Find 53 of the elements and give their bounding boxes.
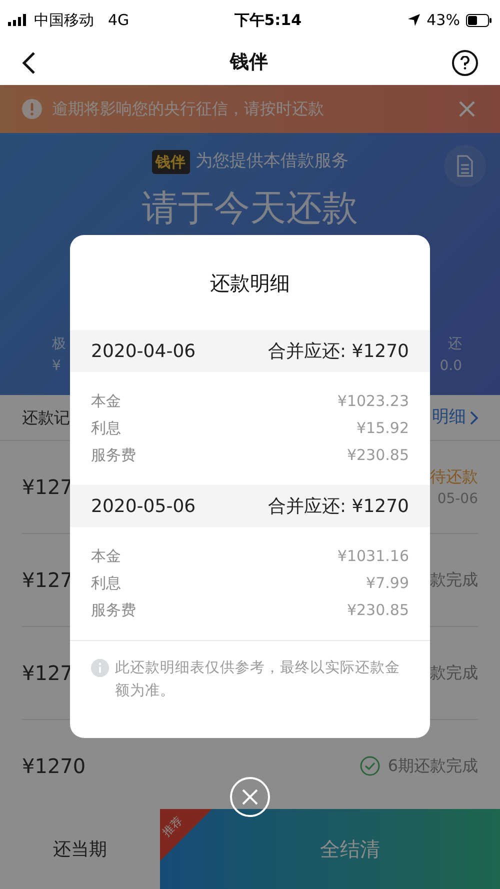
- item-label: 服务费: [91, 600, 136, 622]
- dialog-title: 还款明细: [210, 270, 290, 296]
- row-amount: ¥1270: [22, 753, 86, 780]
- battery-icon: [466, 14, 492, 26]
- row-date: 05-06: [437, 490, 478, 508]
- item-label: 利息: [91, 573, 121, 594]
- battery-label: 43%: [426, 10, 460, 31]
- details-link[interactable]: 明细: [432, 404, 478, 430]
- row-amount: ¥127: [22, 567, 73, 594]
- status-time: 下午5:14: [234, 10, 302, 31]
- help-button[interactable]: [452, 50, 478, 76]
- group-total: 合并应还: ¥1270: [268, 494, 409, 518]
- stat-value: ¥: [52, 357, 62, 376]
- row-status: 6期还款完成: [388, 755, 478, 777]
- signal-icon: [8, 14, 28, 26]
- alert-text: 逾期将影响您的央行征信，请按时还款: [52, 98, 325, 120]
- close-button[interactable]: [230, 777, 270, 817]
- group-total: 合并应还: ¥1270: [268, 340, 409, 364]
- info-icon: [91, 659, 109, 677]
- disclaimer-text: 此还款明细表仅供参考，最终以实际还款金额为准。: [115, 658, 401, 701]
- item-label: 利息: [91, 418, 121, 440]
- stat-label: 极: [52, 335, 66, 354]
- service-tagline: 为您提供本借款服务: [196, 150, 348, 173]
- group-date: 2020-05-06: [91, 494, 196, 518]
- row-status: 款完成: [430, 569, 478, 591]
- group-date: 2020-04-06: [91, 340, 196, 364]
- item-label: 服务费: [91, 445, 136, 466]
- warning-icon: [22, 99, 42, 119]
- row-status: 待还款: [430, 466, 478, 488]
- stat-label: 还: [448, 335, 462, 354]
- row-amount: ¥127: [22, 474, 73, 501]
- item-value: ¥7.99: [366, 573, 409, 594]
- location-icon: [406, 13, 421, 27]
- row-status: 款完成: [430, 662, 478, 684]
- hero-title: 请于今天还款: [142, 186, 358, 230]
- close-icon: [241, 788, 259, 806]
- network-label: 4G: [108, 10, 130, 31]
- nav-title: 钱伴: [230, 50, 268, 76]
- item-value: ¥230.85: [346, 445, 409, 466]
- brand-logo: 钱伴: [152, 150, 190, 174]
- question-mark-icon: [460, 56, 470, 70]
- row-amount: ¥127: [22, 660, 73, 687]
- item-value: ¥230.85: [346, 600, 409, 622]
- item-value: ¥1023.23: [337, 391, 409, 412]
- carrier-label: 中国移动: [34, 10, 94, 31]
- item-value: ¥15.92: [356, 418, 409, 440]
- item-value: ¥1031.16: [337, 546, 409, 568]
- item-label: 本金: [91, 391, 121, 412]
- records-title: 还款记: [22, 406, 70, 428]
- chevron-right-icon: [470, 410, 478, 424]
- stat-value: 0.0: [440, 357, 462, 376]
- item-label: 本金: [91, 546, 121, 568]
- document-icon: [457, 155, 473, 177]
